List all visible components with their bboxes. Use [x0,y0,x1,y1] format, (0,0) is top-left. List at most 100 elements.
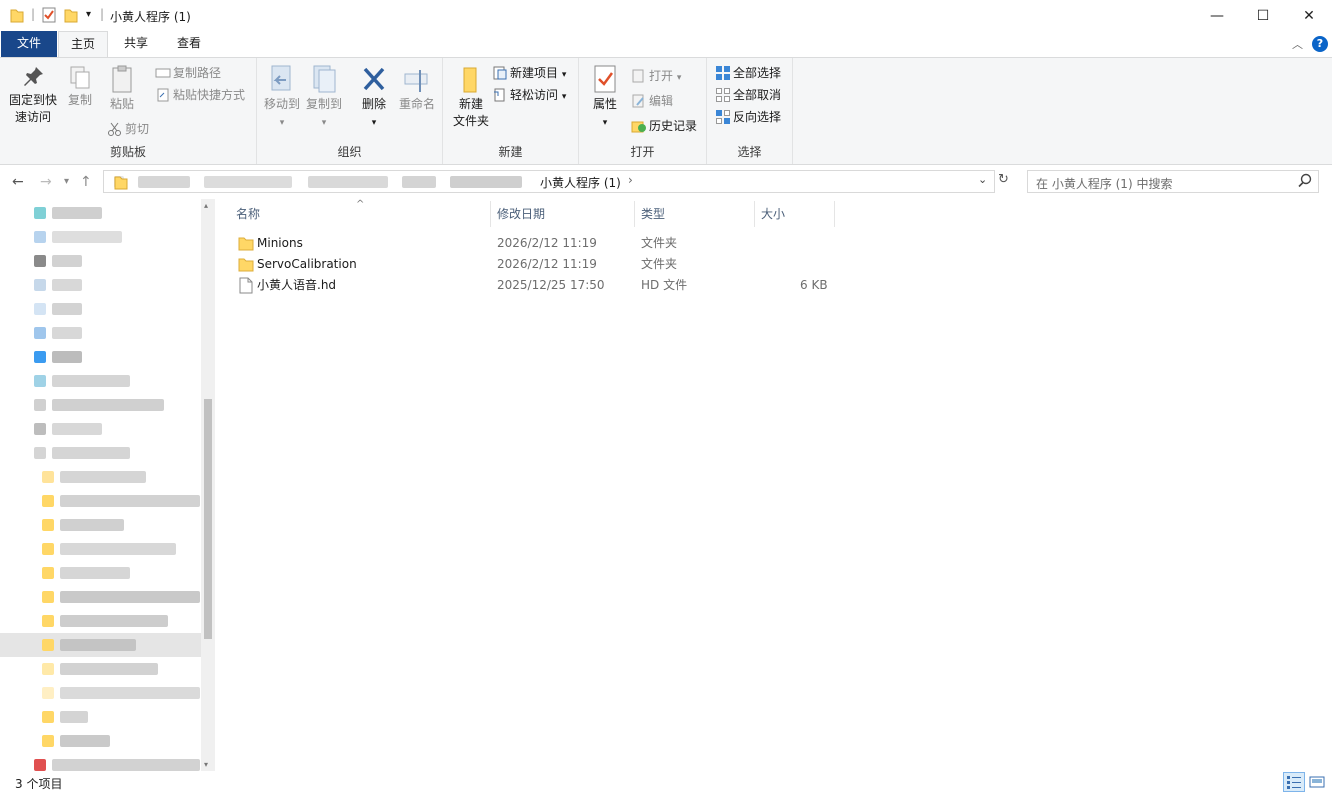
column-divider[interactable] [490,201,491,227]
navigation-bar: ← → ▾ ↑ 小黄人程序 (1) › ⌄ ↻ 在 小黄人程序 (1) 中搜索 [0,166,1332,198]
nav-item-blurred[interactable] [52,759,200,771]
new-folder-quick-icon[interactable] [64,7,78,25]
nav-item-blurred[interactable] [60,663,158,675]
nav-item-blurred[interactable] [60,711,88,723]
column-divider[interactable] [754,201,755,227]
details-view-button[interactable] [1283,772,1305,792]
pin-quick-access-button[interactable]: 固定到快 速访问 [4,64,62,126]
nav-scrollbar[interactable]: ▴ ▾ [201,199,215,771]
tab-share[interactable]: 共享 [112,31,160,57]
column-header-type[interactable]: 类型 [641,199,665,229]
file-modified: 2025/12/25 17:50 [497,278,605,292]
search-input[interactable]: 在 小黄人程序 (1) 中搜索 [1027,170,1319,193]
nav-item-blurred[interactable] [60,639,136,651]
properties-button[interactable]: 属性 ▾ [587,64,623,132]
file-list[interactable]: ^ 名称 修改日期 类型 大小 Minions 2026/2/12 11:19 … [216,199,1332,771]
forward-arrow-icon[interactable]: → [40,174,52,190]
nav-item-blurred[interactable] [60,495,200,507]
recent-locations-icon[interactable]: ▾ [64,176,69,187]
breadcrumb-chevron-icon[interactable]: › [628,173,633,187]
nav-item-blurred[interactable] [60,567,130,579]
column-divider[interactable] [834,201,835,227]
invert-selection-icon [716,110,730,124]
new-item-icon [493,66,507,80]
tab-view[interactable]: 查看 [166,31,212,57]
file-type: HD 文件 [641,278,688,292]
breadcrumb-blurred [204,176,292,188]
up-arrow-icon[interactable]: ↑ [80,174,92,190]
tab-file[interactable]: 文件 [1,31,57,57]
copy-button[interactable]: 复制 [62,64,98,109]
invert-selection-button[interactable]: 反向选择 [715,107,781,127]
folder-icon [10,7,24,25]
nav-item-blurred[interactable] [60,471,146,483]
cut-button[interactable]: 剪切 [107,119,149,139]
column-header-modified[interactable]: 修改日期 [497,199,545,229]
nav-item-blurred[interactable] [52,255,82,267]
nav-item-blurred[interactable] [60,687,200,699]
copy-path-button[interactable]: 复制路径 [155,63,221,83]
file-row[interactable]: 小黄人语音.hd 2025/12/25 17:50 HD 文件 6 KB [234,275,834,296]
nav-item-blurred[interactable] [52,423,102,435]
file-row[interactable]: Minions 2026/2/12 11:19 文件夹 [234,233,834,254]
search-placeholder: 在 小黄人程序 (1) 中搜索 [1036,177,1173,191]
scroll-down-icon[interactable]: ▾ [204,760,208,769]
select-group: 全部选择 全部取消 反向选择 选择 [707,58,793,164]
open-button[interactable]: 打开 ▾ [631,66,681,86]
rename-button[interactable]: 重命名 [395,64,439,113]
file-row[interactable]: ServoCalibration 2026/2/12 11:19 文件夹 [234,254,834,275]
nav-item-blurred[interactable] [52,207,102,219]
address-bar[interactable]: 小黄人程序 (1) › ⌄ [103,170,995,193]
tab-home[interactable]: 主页 [58,31,108,58]
nav-item-blurred[interactable] [52,279,82,291]
delete-button[interactable]: 删除 ▾ [355,64,393,132]
maximize-button[interactable]: ☐ [1240,0,1286,31]
nav-scroll-thumb[interactable] [204,399,212,639]
column-header-size[interactable]: 大小 [761,199,785,229]
back-arrow-icon[interactable]: ← [12,174,24,190]
new-item-button[interactable]: 新建项目 ▾ [492,63,566,83]
address-dropdown-icon[interactable]: ⌄ [978,173,987,186]
column-header-name[interactable]: 名称 [236,199,260,229]
select-all-button[interactable]: 全部选择 [715,63,781,83]
column-divider[interactable] [634,201,635,227]
move-to-button[interactable]: 移动到 ▾ [261,64,303,132]
nav-item-blurred[interactable] [52,399,164,411]
large-icons-view-button[interactable] [1306,772,1328,792]
customize-toolbar-icon[interactable]: ▾ [86,9,91,27]
close-button[interactable]: ✕ [1286,0,1332,31]
collapse-ribbon-icon[interactable]: ︿ [1292,36,1303,52]
nav-folder-icon [42,471,54,483]
properties-icon [594,65,616,93]
nav-folder-icon [42,543,54,555]
search-icon[interactable] [1298,173,1312,192]
nav-item-blurred[interactable] [52,447,130,459]
nav-item-blurred[interactable] [60,615,168,627]
nav-item-blurred[interactable] [60,543,176,555]
nav-item-blurred[interactable] [52,303,82,315]
navigation-pane[interactable]: ▴ ▾ [0,199,215,771]
nav-item-blurred[interactable] [52,351,82,363]
minimize-button[interactable]: — [1194,0,1240,31]
history-button[interactable]: 历史记录 [631,116,697,136]
nav-item-blurred[interactable] [52,375,130,387]
select-none-button[interactable]: 全部取消 [715,85,781,105]
nav-folder-icon [42,663,54,675]
separator: | [31,7,36,21]
nav-item-blurred[interactable] [60,735,110,747]
paste-shortcut-button[interactable]: 粘贴快捷方式 [155,85,245,105]
refresh-icon[interactable]: ↻ [998,172,1009,187]
nav-item-blurred[interactable] [60,591,200,603]
paste-button[interactable]: 粘贴 [102,64,142,113]
nav-item-blurred[interactable] [52,231,122,243]
copy-to-button[interactable]: 复制到 ▾ [303,64,345,132]
easy-access-button[interactable]: 轻松访问 ▾ [492,85,566,105]
nav-item-blurred[interactable] [52,327,82,339]
edit-button[interactable]: 编辑 [631,91,673,111]
scroll-up-icon[interactable]: ▴ [204,201,208,210]
new-folder-button[interactable]: 新建 文件夹 [447,64,495,130]
nav-item-blurred[interactable] [60,519,124,531]
properties-quick-icon[interactable] [42,7,56,25]
help-icon[interactable]: ? [1312,36,1328,52]
breadcrumb-current[interactable]: 小黄人程序 (1) [540,174,621,191]
